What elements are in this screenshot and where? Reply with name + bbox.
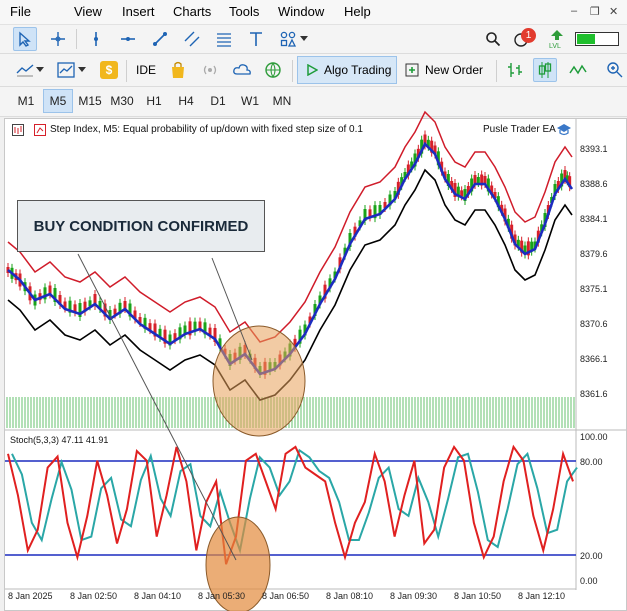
annotation-pointer-line bbox=[77, 253, 237, 561]
price-axis-label: 8379.6 bbox=[580, 249, 608, 259]
time-axis-label: 8 Jan 09:30 bbox=[390, 591, 438, 601]
stoch-axis-label: 0.00 bbox=[580, 576, 598, 586]
stoch-axis-label: 20.00 bbox=[580, 551, 603, 561]
price-axis-label: 8375.1 bbox=[580, 284, 608, 294]
chart-title: Step Index, M5: Equal probability of up/… bbox=[50, 124, 363, 135]
price-axis-label: 8393.1 bbox=[580, 144, 608, 154]
time-axis-label: 8 Jan 05:30 bbox=[198, 591, 246, 601]
stoch-main-line bbox=[7, 444, 574, 565]
buy-condition-annotation: BUY CONDITION CONFIRMED bbox=[17, 200, 265, 252]
price-axis-label: 8361.6 bbox=[580, 389, 608, 399]
time-axis-label: 8 Jan 04:10 bbox=[134, 591, 182, 601]
time-axis-label: 8 Jan 02:50 bbox=[70, 591, 118, 601]
chart-canvas[interactable] bbox=[0, 0, 627, 611]
candle-body bbox=[476, 177, 480, 183]
stoch-axis-label: 100.00 bbox=[580, 432, 608, 442]
time-axis-label: 8 Jan 08:10 bbox=[326, 591, 374, 601]
time-axis-label: 8 Jan 2025 bbox=[8, 591, 53, 601]
chart-icons bbox=[12, 124, 48, 139]
time-axis-label: 8 Jan 12:10 bbox=[518, 591, 566, 601]
price-axis-label: 8388.6 bbox=[580, 179, 608, 189]
price-axis-label: 8370.6 bbox=[580, 319, 608, 329]
stochastic-title: Stoch(5,3,3) 47.11 41.91 bbox=[10, 435, 109, 445]
candle-body bbox=[198, 321, 202, 329]
time-axis-label: 8 Jan 10:50 bbox=[454, 591, 502, 601]
price-axis-label: 8366.1 bbox=[580, 354, 608, 364]
time-axis-label: 8 Jan 06:50 bbox=[262, 591, 310, 601]
graduation-cap-icon bbox=[556, 123, 572, 139]
price-axis-label: 8384.1 bbox=[580, 214, 608, 224]
expert-advisor-name[interactable]: Pusle Trader EA bbox=[483, 124, 556, 135]
highlight-price-ellipse bbox=[212, 325, 306, 437]
stoch-axis-label: 80.00 bbox=[580, 457, 603, 467]
